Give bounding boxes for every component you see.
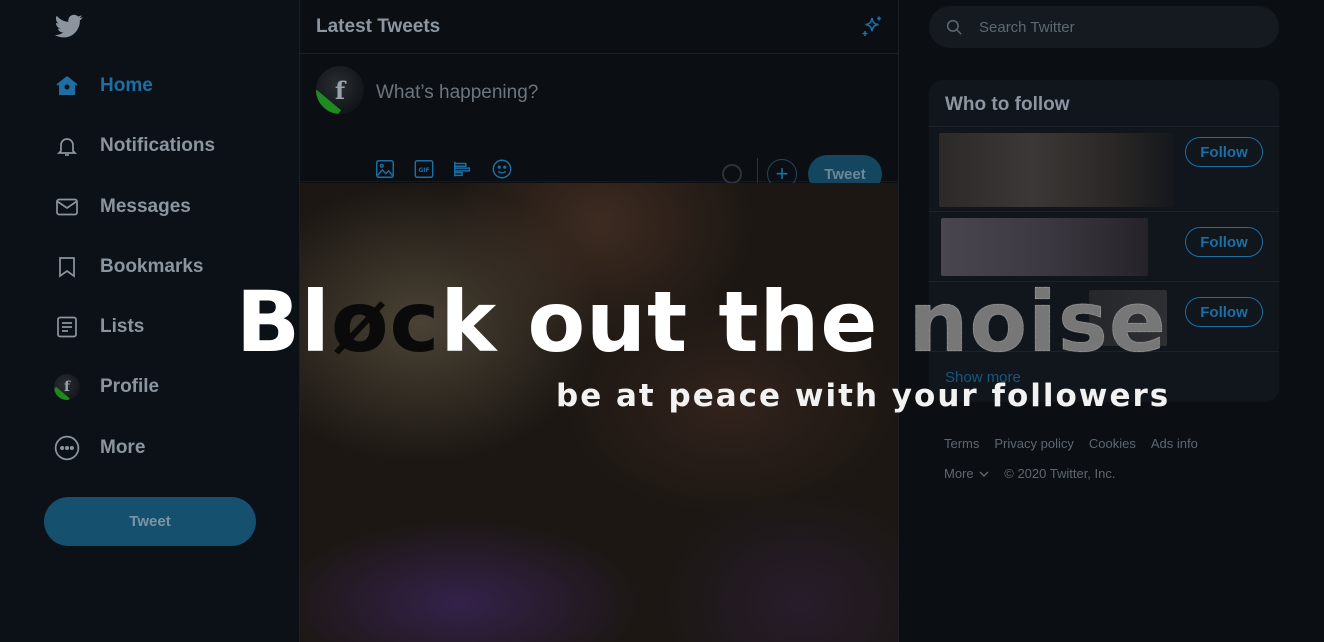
headline-part: k (440, 273, 498, 371)
sparkle-icon[interactable] (860, 15, 884, 39)
bookmark-icon (54, 254, 80, 280)
headline-slashed-o: ø (330, 273, 390, 371)
headline-noise-word: noise (908, 273, 1167, 371)
poll-icon[interactable] (452, 158, 474, 180)
more-icon (54, 435, 80, 461)
footer-link-cookies[interactable]: Cookies (1089, 436, 1136, 451)
profile-avatar-letter: f (54, 374, 80, 400)
tagline-overlay: be at peace with your followers (556, 378, 1171, 414)
footer-link-terms[interactable]: Terms (944, 436, 979, 451)
nav-item-home[interactable]: Home (54, 66, 153, 106)
footer-link-ads-info[interactable]: Ads info (1151, 436, 1198, 451)
copyright: © 2020 Twitter, Inc. (1004, 466, 1116, 481)
nav-item-notifications[interactable]: Notifications (54, 126, 215, 166)
nav-label-bookmarks: Bookmarks (100, 256, 204, 277)
headline-part: out the (497, 273, 909, 371)
footer-bottom-row: More © 2020 Twitter, Inc. (944, 466, 1274, 481)
nav-item-profile[interactable]: f Profile (54, 367, 159, 407)
chevron-down-icon (979, 471, 989, 477)
envelope-icon (54, 194, 80, 220)
footer-more-menu[interactable]: More (944, 466, 989, 481)
emoji-icon[interactable] (491, 158, 513, 180)
suggestion-row[interactable]: Follow (929, 212, 1279, 282)
gif-icon[interactable]: GIF (413, 158, 435, 180)
suggestion-row[interactable]: Follow (929, 127, 1279, 212)
headline-overlay: Bløck out the noise (236, 280, 1167, 364)
nav-label-profile: Profile (100, 376, 160, 397)
tweet-button[interactable]: Tweet (44, 497, 256, 546)
blurred-suggestion (941, 218, 1148, 276)
bell-icon (54, 133, 80, 159)
tweet-composer: f GIF + Tweet (300, 54, 898, 193)
footer: Terms Privacy policy Cookies Ads info Mo… (944, 436, 1274, 496)
follow-button[interactable]: Follow (1185, 297, 1263, 327)
nav-label-notifications: Notifications (100, 135, 216, 156)
timeline-header: Latest Tweets (300, 0, 898, 54)
search-input[interactable] (979, 18, 1259, 36)
page-title: Latest Tweets (316, 15, 441, 37)
blurred-suggestion (939, 133, 1173, 207)
image-icon[interactable] (374, 158, 396, 180)
headline-part: c (389, 273, 441, 371)
who-to-follow-title: Who to follow (929, 80, 1279, 127)
nav-label-messages: Messages (100, 196, 191, 217)
nav-item-messages[interactable]: Messages (54, 187, 191, 227)
footer-more-label: More (944, 466, 974, 481)
follow-button[interactable]: Follow (1185, 137, 1263, 167)
footer-link-privacy[interactable]: Privacy policy (994, 436, 1073, 451)
character-count-ring (722, 164, 742, 184)
headline-part: Bl (236, 273, 331, 371)
nav-item-lists[interactable]: Lists (54, 307, 144, 347)
compose-input[interactable] (376, 78, 856, 108)
nav-item-more[interactable]: More (54, 428, 145, 468)
follow-button[interactable]: Follow (1185, 227, 1263, 257)
nav-label-home: Home (100, 75, 153, 96)
nav-label-more: More (100, 437, 146, 458)
home-icon (54, 73, 80, 99)
twitter-logo-icon[interactable] (54, 12, 84, 40)
nav-label-lists: Lists (100, 316, 145, 337)
list-icon (54, 314, 80, 340)
composer-toolbar: GIF (374, 158, 513, 180)
nav-item-bookmarks[interactable]: Bookmarks (54, 247, 204, 287)
search-bar[interactable] (929, 6, 1279, 48)
svg-text:GIF: GIF (418, 167, 429, 174)
twitter-dark-ui: Home Notifications Messages Bookmarks Li (0, 0, 1324, 642)
composer-avatar[interactable]: f (316, 66, 364, 114)
footer-links: Terms Privacy policy Cookies Ads info (944, 436, 1274, 451)
avatar: f (54, 374, 80, 400)
search-icon (946, 19, 962, 35)
